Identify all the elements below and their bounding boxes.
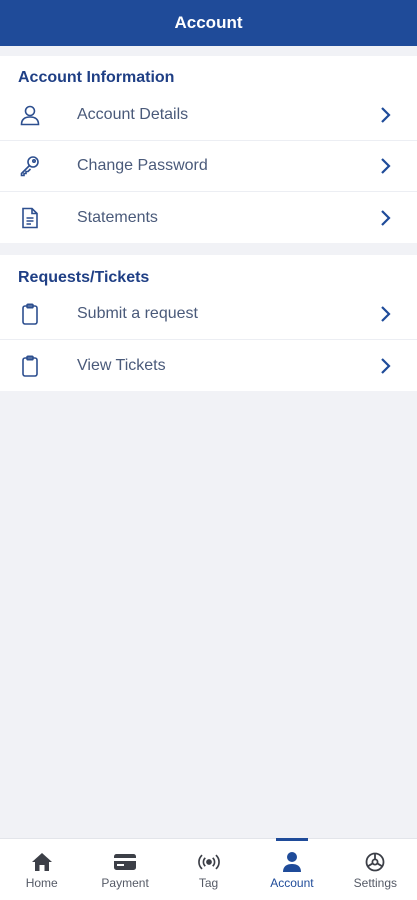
settings-icon xyxy=(363,851,387,873)
card-icon xyxy=(113,851,137,873)
bottom-tab-bar: Home Payment Tag Account Settings xyxy=(0,838,417,900)
menu-item-account-details[interactable]: Account Details xyxy=(0,90,417,141)
tab-label: Payment xyxy=(101,876,149,890)
menu-item-label: View Tickets xyxy=(77,356,166,374)
document-icon xyxy=(18,206,42,230)
menu-item-label: Submit a request xyxy=(77,305,198,322)
chevron-right-icon xyxy=(381,357,391,374)
tab-settings[interactable]: Settings xyxy=(334,839,417,900)
header-spacer xyxy=(0,46,417,56)
chevron-right-icon xyxy=(381,107,391,123)
tab-tag[interactable]: Tag xyxy=(167,839,250,900)
section-title-account-information: Account Information xyxy=(18,69,175,86)
menu-item-change-password[interactable]: Change Password xyxy=(0,141,417,192)
home-icon xyxy=(30,851,54,873)
chevron-right-icon xyxy=(381,209,391,226)
tab-label: Account xyxy=(270,876,314,890)
tab-label: Home xyxy=(25,876,58,890)
tab-home[interactable]: Home xyxy=(0,839,83,900)
app-header: Account xyxy=(0,0,417,46)
person-icon xyxy=(280,851,304,873)
menu-item-label: Statements xyxy=(77,208,158,226)
menu-item-label: Account Details xyxy=(77,106,189,123)
requests-tickets-section: Requests/Tickets Submit a request View T… xyxy=(0,255,417,391)
chevron-right-icon xyxy=(381,306,391,322)
page-title: Account xyxy=(174,13,243,32)
menu-item-view-tickets[interactable]: View Tickets xyxy=(0,340,417,391)
tag-signal-icon xyxy=(197,851,221,873)
tab-payment[interactable]: Payment xyxy=(83,839,166,900)
chevron-right-icon xyxy=(381,158,391,174)
menu-item-label: Change Password xyxy=(77,157,208,174)
tab-label: Settings xyxy=(353,876,397,890)
section-title-requests-tickets: Requests/Tickets xyxy=(18,269,150,286)
tab-label: Tag xyxy=(198,876,219,890)
menu-item-submit-request[interactable]: Submit a request xyxy=(0,289,417,340)
menu-item-statements[interactable]: Statements xyxy=(0,192,417,243)
user-icon xyxy=(18,103,42,127)
section-separator xyxy=(0,243,417,255)
clipboard-icon xyxy=(18,354,42,378)
tab-account[interactable]: Account xyxy=(250,839,333,900)
account-information-section: Account Information Account Details Chan… xyxy=(0,56,417,243)
key-icon xyxy=(18,154,42,178)
clipboard-icon xyxy=(18,302,42,326)
